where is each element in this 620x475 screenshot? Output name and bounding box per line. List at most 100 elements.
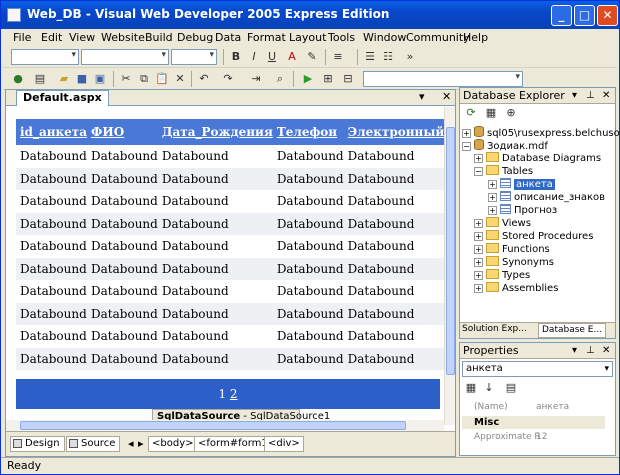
new-item-icon[interactable]: ▤	[33, 72, 47, 86]
tree-table-opisanie[interactable]: + описание_знаков	[488, 191, 605, 204]
alphabetical-icon[interactable]: ↓	[482, 381, 496, 395]
column-header-phone[interactable]: Телефон	[272, 119, 344, 145]
redo-icon[interactable]: ↷	[221, 72, 235, 86]
save-icon[interactable]: ■	[75, 72, 89, 86]
menu-edit[interactable]: Edit	[41, 31, 62, 44]
property-pages-icon[interactable]: ▤	[504, 381, 518, 395]
font-size-combo[interactable]	[171, 49, 217, 65]
tab-default-aspx[interactable]: Default.aspx	[16, 90, 109, 106]
column-header-fio[interactable]: ФИО	[87, 119, 158, 145]
solution-config-combo[interactable]	[363, 71, 523, 87]
tree-tables[interactable]: − Tables	[474, 165, 533, 178]
props-pin-icon[interactable]: ⊥	[586, 343, 595, 358]
web-icon[interactable]: ●	[11, 72, 25, 86]
horizontal-scroll-thumb[interactable]	[20, 421, 406, 430]
menu-website[interactable]: Website	[101, 31, 145, 44]
table-row[interactable]: Databound Databound Databound Databound Data…	[16, 190, 444, 213]
underline-icon[interactable]: U	[265, 50, 279, 64]
tab-database-explorer[interactable]: Database E...	[538, 323, 607, 338]
source-view-button[interactable]: Source	[66, 436, 121, 452]
table-row[interactable]: Databound Databound Databound Databound Data…	[16, 257, 444, 280]
menu-debug[interactable]: Debug	[177, 31, 213, 44]
table-row[interactable]: Databound Databound Databound Databound Data…	[16, 280, 444, 303]
vertical-scrollbar[interactable]	[444, 107, 455, 425]
tab-solution-explorer[interactable]: Solution Exp...	[462, 324, 527, 334]
attach-icon[interactable]: ⊞	[321, 72, 335, 86]
design-view-button[interactable]: Design	[10, 436, 65, 452]
start-debug-icon[interactable]: ▶	[301, 72, 315, 86]
menu-community[interactable]: Community	[406, 31, 470, 44]
font-name-combo[interactable]	[81, 49, 169, 65]
table-row[interactable]: Databound Databound Databound Databound Data…	[16, 145, 444, 168]
tab-dropdown-icon[interactable]: ▾	[419, 90, 425, 103]
open-icon[interactable]: ▰	[57, 72, 71, 86]
grid-view[interactable]: id_анкета ФИО Дата_Рождения Телефон Элек…	[16, 119, 444, 370]
fore-color-icon[interactable]: A	[285, 50, 299, 64]
paste-icon[interactable]: 📋	[155, 72, 169, 86]
column-header-id[interactable]: id_анкета	[16, 119, 88, 145]
menu-format[interactable]: Format	[247, 31, 286, 44]
column-header-birthdate[interactable]: Дата_Рождения	[157, 119, 273, 145]
browse-icon[interactable]: ⊟	[341, 72, 355, 86]
props-dropdown-icon[interactable]: ▾	[572, 343, 577, 358]
dbx-close-icon[interactable]: ✕	[602, 88, 610, 103]
menu-data[interactable]: Data	[215, 31, 241, 44]
vertical-scroll-thumb[interactable]	[446, 127, 455, 375]
menu-view[interactable]: View	[69, 31, 95, 44]
property-row-approx[interactable]: Approximate R 12	[462, 431, 605, 444]
highlight-icon[interactable]: ✎	[305, 50, 319, 64]
breadcrumb-body[interactable]: <body>	[148, 436, 198, 452]
horizontal-scrollbar[interactable]	[6, 420, 444, 431]
table-row[interactable]: Databound Databound Databound Databound Data…	[16, 325, 444, 348]
object-selector[interactable]: анкета ▾	[462, 361, 613, 377]
table-row[interactable]: Databound Databound Databound Databound Data…	[16, 167, 444, 190]
maximize-button[interactable]: □	[574, 5, 595, 26]
props-close-icon[interactable]: ✕	[602, 343, 610, 358]
dbx-dropdown-icon[interactable]: ▾	[572, 88, 577, 103]
save-all-icon[interactable]: ▣	[93, 72, 107, 86]
breadcrumb-back-icon[interactable]: ◂	[128, 437, 134, 450]
menu-tools[interactable]: Tools	[328, 31, 355, 44]
tree-table-anketa[interactable]: + анкета	[488, 178, 555, 191]
tree-views[interactable]: + Views	[474, 217, 531, 230]
block-format-combo[interactable]	[11, 49, 79, 65]
navigate-icon[interactable]: ⇥	[249, 72, 263, 86]
menu-file[interactable]: File	[13, 31, 31, 44]
categorized-icon[interactable]: ▦	[464, 381, 478, 395]
document-close-icon[interactable]: ✕	[442, 90, 451, 103]
menu-layout[interactable]: Layout	[289, 31, 326, 44]
design-surface[interactable]: id_анкета ФИО Дата_Рождения Телефон Элек…	[6, 107, 444, 425]
tree-connection[interactable]: + sql05\rusexpress.belchuso	[462, 126, 620, 139]
copy-icon[interactable]: ⧉	[137, 72, 151, 86]
numbered-list-icon[interactable]: ☰	[363, 50, 377, 64]
close-button[interactable]: ✕	[597, 5, 618, 26]
delete-icon[interactable]: ✕	[173, 72, 187, 86]
tree-diagrams[interactable]: + Database Diagrams	[474, 152, 601, 165]
menu-build[interactable]: Build	[145, 31, 173, 44]
menu-help[interactable]: Help	[463, 31, 488, 44]
refresh-icon[interactable]: ⟳	[464, 106, 478, 120]
menu-window[interactable]: Window	[363, 31, 406, 44]
breadcrumb-forward-icon[interactable]: ▸	[138, 437, 144, 450]
column-header-email[interactable]: Электронный_Адрес	[343, 119, 444, 145]
stop-refresh-icon[interactable]: ▦	[484, 106, 498, 120]
property-row-name[interactable]: (Name) анкета	[462, 401, 605, 414]
table-row[interactable]: Databound Databound Databound Databound Data…	[16, 212, 444, 235]
minimize-button[interactable]: _	[551, 5, 572, 26]
tree-types[interactable]: + Types	[474, 269, 530, 282]
tree-assemblies[interactable]: + Assemblies	[474, 282, 558, 295]
undo-icon[interactable]: ↶	[197, 72, 211, 86]
table-row[interactable]: Databound Databound Databound Databound Data…	[16, 235, 444, 258]
property-section-misc[interactable]: Misc	[462, 416, 605, 429]
tree-database[interactable]: − Зодиак.mdf	[462, 139, 548, 152]
tree-synonyms[interactable]: + Synonyms	[474, 256, 554, 269]
connect-icon[interactable]: ⊕	[504, 106, 518, 120]
overflow-icon[interactable]: »	[403, 50, 417, 64]
cut-icon[interactable]: ✂	[119, 72, 133, 86]
dbx-pin-icon[interactable]: ⊥	[586, 88, 595, 103]
find-icon[interactable]: ⌕	[273, 72, 287, 86]
bold-icon[interactable]: B	[229, 50, 243, 64]
italic-icon[interactable]: I	[247, 50, 261, 64]
bullet-list-icon[interactable]: ☷	[381, 50, 395, 64]
table-row[interactable]: Databound Databound Databound Databound Data…	[16, 347, 444, 370]
